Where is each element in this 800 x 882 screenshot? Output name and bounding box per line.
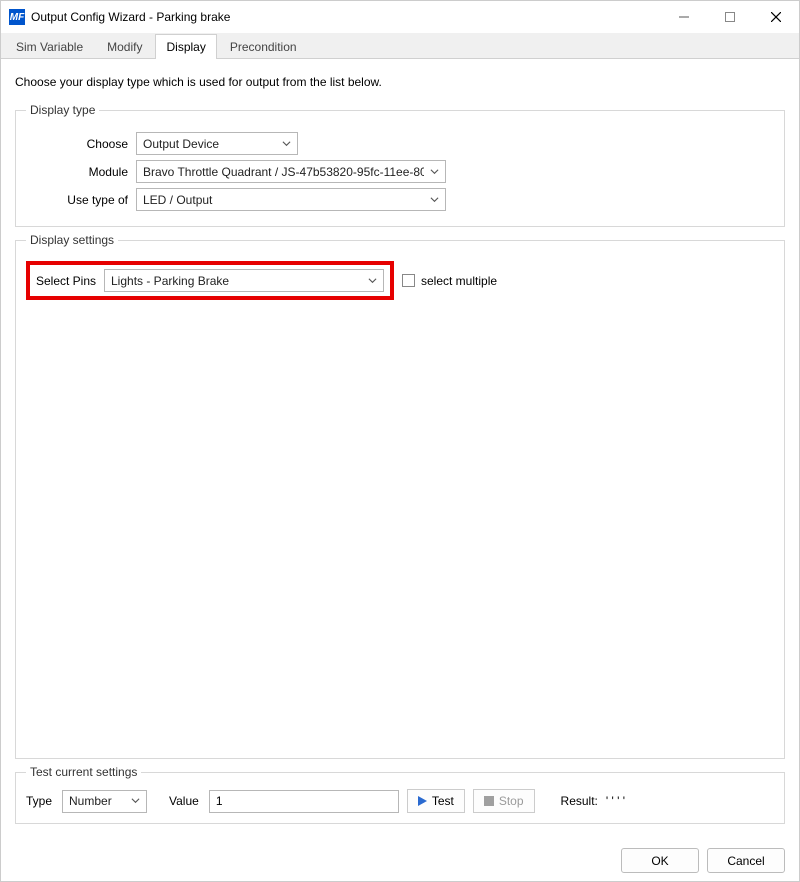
select-multiple-checkbox[interactable] <box>402 274 415 287</box>
display-settings-group: Display settings Select Pins Lights - Pa… <box>15 233 785 759</box>
stop-button-label: Stop <box>499 794 524 808</box>
select-pins-select[interactable]: Lights - Parking Brake <box>104 269 384 292</box>
value-input[interactable] <box>209 790 399 813</box>
maximize-icon <box>725 12 735 22</box>
module-label: Module <box>26 165 136 179</box>
close-icon <box>771 12 781 22</box>
ok-button[interactable]: OK <box>621 848 699 873</box>
tab-content: Choose your display type which is used f… <box>1 59 799 840</box>
test-button-label: Test <box>432 794 454 808</box>
chevron-down-icon <box>282 137 291 151</box>
use-type-label: Use type of <box>26 193 136 207</box>
stop-button[interactable]: Stop <box>473 789 535 813</box>
window-title: Output Config Wizard - Parking brake <box>31 10 661 24</box>
select-pins-label: Select Pins <box>32 274 104 288</box>
minimize-button[interactable] <box>661 1 707 33</box>
tab-modify[interactable]: Modify <box>96 34 153 59</box>
instruction-text: Choose your display type which is used f… <box>15 75 785 89</box>
display-settings-legend: Display settings <box>26 233 118 247</box>
dialog-buttonbar: OK Cancel <box>1 840 799 881</box>
tabbar: Sim Variable Modify Display Precondition <box>1 33 799 59</box>
result-label: Result: <box>561 794 598 808</box>
select-multiple-label: select multiple <box>421 274 497 288</box>
display-type-group: Display type Choose Output Device Module… <box>15 103 785 227</box>
chevron-down-icon <box>368 274 377 288</box>
output-config-wizard-window: MF Output Config Wizard - Parking brake … <box>0 0 800 882</box>
maximize-button[interactable] <box>707 1 753 33</box>
test-settings-legend: Test current settings <box>26 765 141 779</box>
tab-display[interactable]: Display <box>155 34 216 59</box>
app-icon: MF <box>9 9 25 25</box>
cancel-button[interactable]: Cancel <box>707 848 785 873</box>
value-label: Value <box>169 794 199 808</box>
minimize-icon <box>679 12 689 22</box>
tab-sim-variable[interactable]: Sim Variable <box>5 34 94 59</box>
chevron-down-icon <box>131 794 140 808</box>
tab-precondition[interactable]: Precondition <box>219 34 308 59</box>
test-settings-group: Test current settings Type Number Value … <box>15 765 785 824</box>
use-type-select[interactable]: LED / Output <box>136 188 446 211</box>
use-type-value: LED / Output <box>143 193 212 207</box>
titlebar: MF Output Config Wizard - Parking brake <box>1 1 799 33</box>
type-value: Number <box>69 794 112 808</box>
module-select[interactable]: Bravo Throttle Quadrant / JS-47b53820-95… <box>136 160 446 183</box>
chevron-down-icon <box>430 193 439 207</box>
select-pins-highlight: Select Pins Lights - Parking Brake <box>26 261 394 300</box>
close-button[interactable] <box>753 1 799 33</box>
choose-label: Choose <box>26 137 136 151</box>
chevron-down-icon <box>430 165 439 179</box>
choose-value: Output Device <box>143 137 219 151</box>
module-value: Bravo Throttle Quadrant / JS-47b53820-95… <box>143 165 424 179</box>
select-pins-value: Lights - Parking Brake <box>111 274 229 288</box>
type-select[interactable]: Number <box>62 790 147 813</box>
play-icon <box>418 796 427 806</box>
result-value: ' ' ' ' <box>606 794 625 808</box>
stop-icon <box>484 796 494 806</box>
display-type-legend: Display type <box>26 103 99 117</box>
choose-select[interactable]: Output Device <box>136 132 298 155</box>
type-label: Type <box>26 794 52 808</box>
test-button[interactable]: Test <box>407 789 465 813</box>
